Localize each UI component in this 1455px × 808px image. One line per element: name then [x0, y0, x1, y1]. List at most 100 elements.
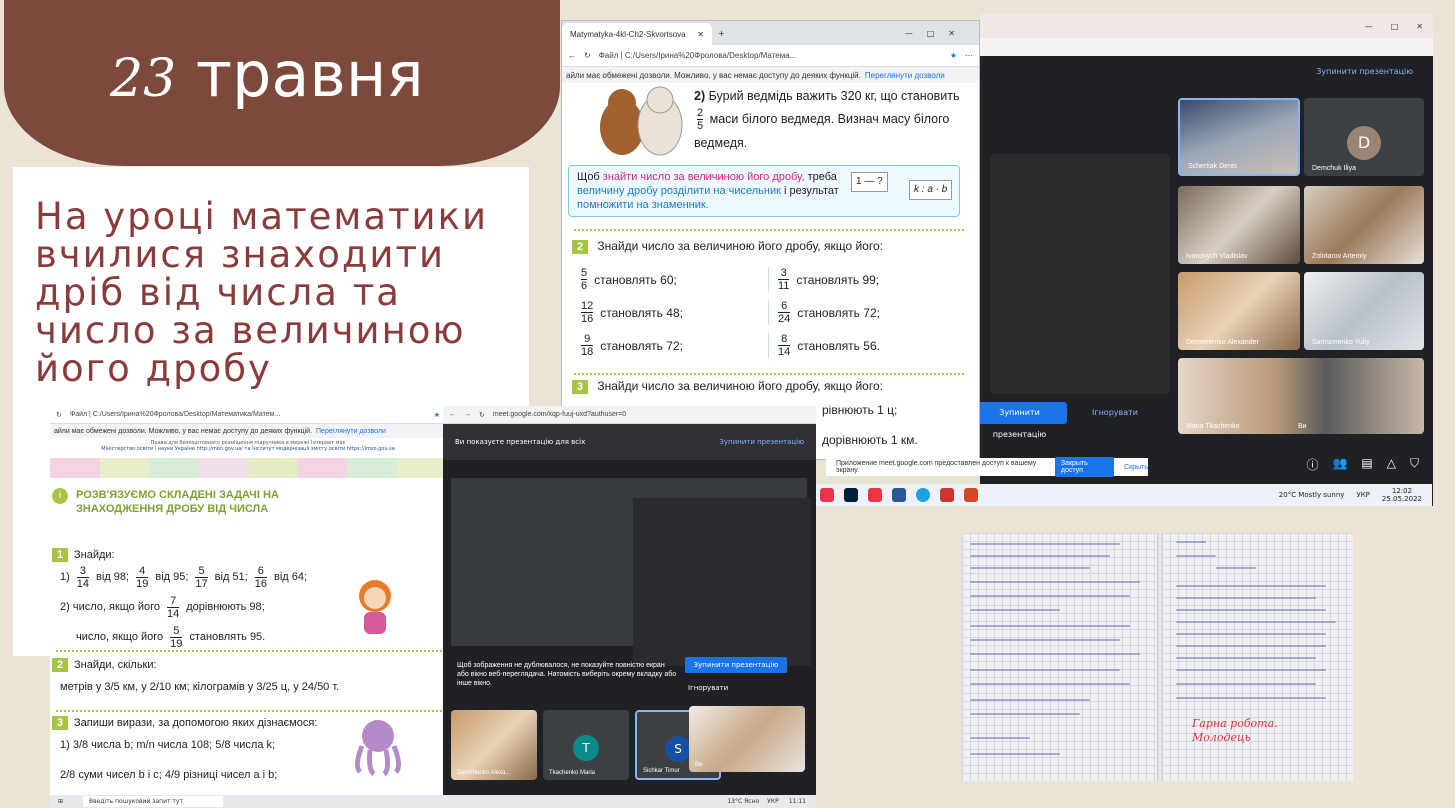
- ignore-button[interactable]: Ігнорувати: [688, 684, 728, 692]
- close-access-button[interactable]: Закрыть доступ: [1054, 457, 1115, 477]
- taskbar-search[interactable]: Введіть пошуковий запит тут: [83, 796, 224, 807]
- url-text[interactable]: Файл | C:/Users/Ірина%20Фролова/Desktop/…: [70, 411, 426, 418]
- meet-addressbar[interactable]: [980, 38, 1433, 56]
- reload-icon[interactable]: ↻: [479, 411, 485, 419]
- ignore-button[interactable]: Ігнорувати: [1092, 402, 1138, 424]
- forward-icon[interactable]: →: [464, 411, 471, 418]
- participant-tile[interactable]: Ivanovych Vladislav: [1178, 186, 1300, 264]
- exercise-2-rows: 5 6 становлять 60; 3 11 становлять 99; 12 16 ста…: [578, 263, 938, 362]
- maximize-icon[interactable]: □: [1391, 22, 1399, 31]
- participant-name: Dementenko Alexander: [1186, 339, 1259, 346]
- powerpoint-icon[interactable]: [964, 488, 978, 502]
- menu-icon[interactable]: ⋯: [965, 51, 973, 60]
- address-bar: ← → ↻ meet.google.com/xqp-fuuj-uxd?authu…: [443, 406, 816, 424]
- handwriting-line: [1176, 669, 1326, 671]
- participant-name: Samsonenko Yuliy: [1312, 339, 1370, 346]
- handwriting-line: [1176, 585, 1326, 587]
- shield-icon[interactable]: ⛉: [1410, 456, 1419, 473]
- participant-tile[interactable]: Demchenko Alexa...: [451, 710, 537, 780]
- clock[interactable]: 12:02 25.05.2022: [1382, 487, 1422, 503]
- star-icon[interactable]: ★: [950, 51, 957, 60]
- infobar-text: айли має обмежені дозволи. Можливо, у ва…: [54, 427, 313, 435]
- hide-link[interactable]: Скрыть: [1124, 464, 1148, 471]
- close-icon[interactable]: ✕: [1416, 22, 1423, 31]
- stop-presentation-link[interactable]: Зупинити презентацію: [1316, 67, 1413, 76]
- chrome-icon[interactable]: [868, 488, 882, 502]
- handwriting-line: [1176, 621, 1336, 623]
- handwriting-line: [970, 581, 1140, 583]
- activities-icon[interactable]: △: [1387, 456, 1396, 473]
- back-icon[interactable]: ←: [568, 51, 576, 60]
- fraction: 4 19: [136, 564, 149, 590]
- star-icon[interactable]: ★: [434, 411, 440, 419]
- fraction: 3 11: [778, 267, 790, 292]
- weather-status[interactable]: 13°C Ясно: [727, 798, 759, 805]
- reload-icon[interactable]: ↻: [56, 411, 62, 419]
- language-indicator[interactable]: УКР: [1356, 491, 1369, 499]
- clock[interactable]: 11:11: [789, 798, 806, 805]
- rule-box: Щоб знайти число за величиною його дробу…: [568, 165, 960, 217]
- photoshop-icon[interactable]: [844, 488, 858, 502]
- handwriting-line: [970, 753, 1060, 755]
- handwriting-line: [1176, 609, 1326, 611]
- exercise-text: становлять 48;: [600, 305, 683, 320]
- textbook-window-bottom: ↻ Файл | C:/Users/Ірина%20Фролова/Deskto…: [50, 406, 446, 808]
- participant-tile[interactable]: Zolotarov Artemiy: [1304, 186, 1424, 264]
- textbook-page: 2) Бурий ведмідь важить 320 кг, що стано…: [562, 83, 979, 447]
- participant-tile[interactable]: T Tkachenko Maria: [543, 710, 629, 780]
- window-controls[interactable]: —□✕: [905, 29, 969, 38]
- fraction: 25: [697, 107, 704, 132]
- handwriting-line: [1176, 697, 1326, 699]
- task-number: 2): [694, 89, 706, 103]
- self-view-tile[interactable]: Ви: [689, 706, 805, 772]
- reload-icon[interactable]: ↻: [584, 51, 591, 60]
- divider: [574, 229, 964, 231]
- participant-name-self: Ви: [1298, 423, 1307, 430]
- stop-presentation-button[interactable]: Зупинити презентацію: [972, 402, 1067, 439]
- word-icon[interactable]: [892, 488, 906, 502]
- participant-tile[interactable]: Samsonenko Yuliy: [1304, 272, 1424, 350]
- browser-tab[interactable]: Matymatyka-4kl-Ch2-Skvortsova ✕: [562, 23, 712, 45]
- presenting-header: Ви показуєте презентацію для всіх Зупини…: [443, 424, 816, 460]
- language-indicator[interactable]: УКР: [767, 798, 779, 805]
- stop-presentation-link[interactable]: Зупинити презентацію: [719, 438, 804, 446]
- close-tab-icon[interactable]: ✕: [697, 30, 704, 39]
- participant-tile[interactable]: D Demchuk Iliya: [1304, 98, 1424, 176]
- handwriting-line: [1176, 633, 1326, 635]
- view-permissions-link[interactable]: Переглянути дозволи: [316, 428, 386, 435]
- url-text[interactable]: Файл | C:/Users/Ірина%20Фролова/Desktop/…: [599, 51, 942, 60]
- exercise-row: 12 16 становлять 48; 6 24 становлять 72;: [578, 296, 938, 329]
- chat-icon[interactable]: ▤: [1361, 456, 1372, 473]
- copyright-note: Права для безкоштовного розміщення підру…: [101, 440, 395, 452]
- new-tab-icon[interactable]: +: [718, 29, 725, 38]
- participant-tile-pair[interactable]: Maria Tkachenko Ви: [1178, 358, 1424, 434]
- pdf-icon[interactable]: [940, 488, 954, 502]
- view-permissions-link[interactable]: Переглянути дозволи: [865, 71, 945, 80]
- people-icon[interactable]: 👥: [1332, 456, 1347, 473]
- weather-status[interactable]: 20°C Mostly sunny: [1279, 491, 1345, 499]
- avatar: T: [573, 735, 599, 762]
- edge-icon[interactable]: [916, 488, 930, 502]
- participant-tile[interactable]: Schertiak Denis: [1178, 98, 1300, 176]
- info-icon[interactable]: ⓘ: [1306, 456, 1318, 473]
- exercise-text: від 98;: [96, 571, 130, 583]
- divider: [56, 710, 446, 712]
- rule-formula-result: k : a · b: [909, 180, 953, 200]
- presenting-text: Ви показуєте презентацію для всіх: [455, 438, 586, 446]
- stop-presentation-button[interactable]: Зупинити презентацію: [685, 657, 787, 673]
- bears-illustration: [600, 86, 683, 156]
- url-text[interactable]: meet.google.com/xqp-fuuj-uxd?authuser=0: [493, 411, 810, 418]
- avatar: S: [665, 735, 691, 762]
- tab-title: Matymatyka-4kl-Ch2-Skvortsova: [570, 29, 686, 39]
- participant-name: Zolotarov Artemiy: [1312, 253, 1367, 260]
- participant-tile[interactable]: Dementenko Alexander: [1178, 272, 1300, 350]
- fraction: 8 14: [778, 333, 791, 358]
- shared-screen-mirror-window: [633, 498, 811, 666]
- windows-start-icon[interactable]: ⊞: [58, 798, 63, 805]
- fraction: 12 16: [581, 300, 594, 325]
- back-icon[interactable]: ←: [449, 411, 456, 418]
- handwriting-line: [970, 543, 1120, 545]
- handwriting-line: [970, 625, 1130, 627]
- minimize-icon[interactable]: —: [1365, 22, 1373, 31]
- chrome-icon[interactable]: [820, 488, 834, 502]
